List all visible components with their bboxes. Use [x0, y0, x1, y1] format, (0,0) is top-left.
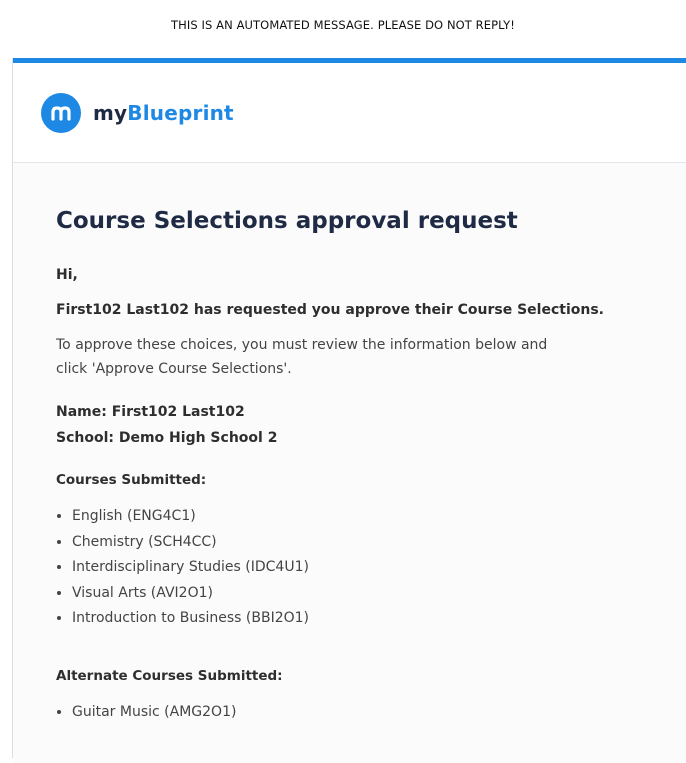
bullet-icon [57, 539, 61, 544]
request-line: First102 Last102 has requested you appro… [56, 302, 604, 318]
bullet-icon [57, 590, 61, 595]
email-title: Course Selections approval request [56, 208, 518, 234]
email-card: myBlueprint Course Selections approval r… [12, 58, 686, 763]
course-label: Visual Arts (AVI2O1) [72, 584, 213, 601]
courses-heading: Courses Submitted: [56, 472, 207, 488]
list-item: Introduction to Business (BBI2O1) [56, 608, 309, 634]
course-label: English (ENG4C1) [72, 508, 196, 524]
alternate-course-label: Guitar Music (AMG2O1) [72, 704, 237, 720]
course-label: Chemistry (SCH4CC) [72, 533, 217, 550]
list-item: Guitar Music (AMG2O1) [56, 702, 236, 728]
alternates-list: Guitar Music (AMG2O1) [56, 702, 236, 728]
brand-name: myBlueprint [93, 101, 234, 125]
automated-message-notice: THIS IS AN AUTOMATED MESSAGE. PLEASE DO … [170, 18, 515, 32]
list-item: Chemistry (SCH4CC) [56, 532, 309, 558]
courses-list: English (ENG4C1) Chemistry (SCH4CC) Inte… [56, 506, 309, 634]
brand-header[interactable]: myBlueprint [41, 93, 234, 133]
bullet-icon [57, 514, 61, 518]
brand-name-suffix: Blueprint [127, 101, 234, 125]
student-name: Name: First102 Last102 [56, 404, 245, 420]
greeting: Hi, [56, 267, 78, 283]
list-item: Visual Arts (AVI2O1) [56, 583, 309, 609]
alternates-heading: Alternate Courses Submitted: [56, 668, 283, 684]
instructions-line-1: To approve these choices, you must revie… [56, 337, 548, 353]
course-label: Introduction to Business (BBI2O1) [72, 610, 310, 626]
course-label: Interdisciplinary Studies (IDC4U1) [72, 559, 309, 575]
accent-bar [13, 58, 686, 63]
instructions-line-2: click 'Approve Course Selections'. [56, 361, 292, 377]
brand-name-prefix: my [93, 101, 128, 125]
blueprint-logo-icon [41, 93, 81, 133]
list-item: Interdisciplinary Studies (IDC4U1) [56, 557, 309, 583]
student-school: School: Demo High School 2 [56, 430, 278, 446]
bullet-icon [57, 565, 61, 569]
bullet-icon [57, 616, 61, 620]
bullet-icon [57, 710, 61, 714]
list-item: English (ENG4C1) [56, 506, 309, 532]
